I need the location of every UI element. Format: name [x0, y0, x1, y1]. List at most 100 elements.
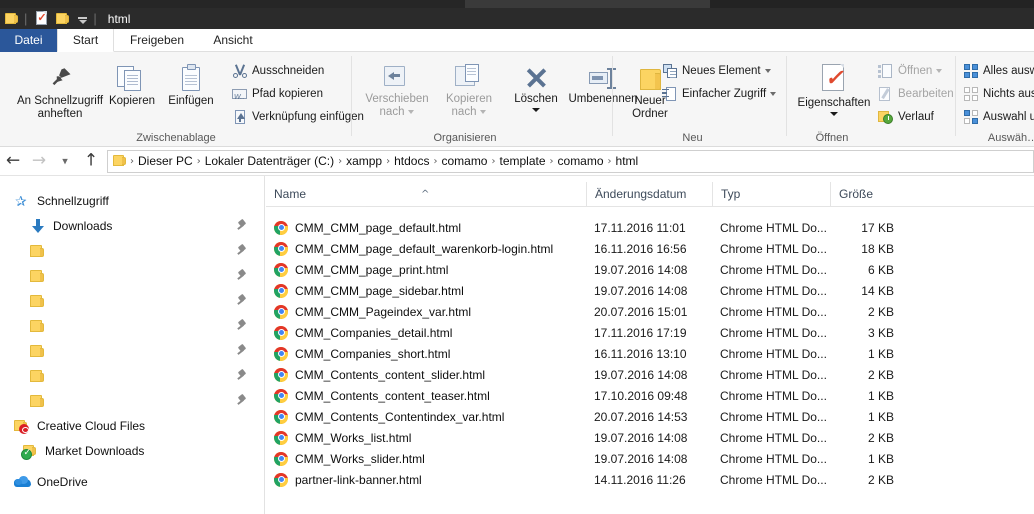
- properties-icon: ✓: [822, 64, 846, 94]
- paste-button[interactable]: Einfügen: [160, 64, 222, 108]
- chrome-html-icon: [274, 388, 288, 403]
- creative-cloud-icon: [14, 418, 30, 434]
- edit-icon: [878, 86, 894, 102]
- customize-qat-chevron-down-icon[interactable]: [76, 11, 90, 27]
- pin-icon[interactable]: [236, 268, 248, 282]
- qat-divider: |: [24, 11, 28, 26]
- sidebar-item-pinned-folder-5[interactable]: [0, 338, 264, 363]
- column-header-name[interactable]: Name ^: [266, 182, 586, 207]
- file-size: 2 KB: [867, 472, 894, 487]
- up-arrow-icon[interactable]: ↑: [78, 147, 104, 175]
- new-folder-qat-icon[interactable]: [56, 11, 72, 27]
- paste-shortcut-label: Verknüpfung einfügen: [252, 111, 364, 123]
- select-all-button[interactable]: Alles ausw…: [963, 62, 1034, 80]
- column-header-typ[interactable]: Typ: [712, 181, 830, 207]
- back-arrow-icon[interactable]: ←: [0, 147, 26, 175]
- table-row[interactable]: CMM_Contents_Contentindex_var.html 20.07…: [266, 406, 1034, 427]
- breadcrumb[interactable]: › Dieser PC › Lokaler Datenträger (C:) ›…: [107, 149, 1034, 173]
- column-header-aenderungsdatum[interactable]: Änderungsdatum: [586, 181, 712, 207]
- history-button[interactable]: Verlauf: [878, 108, 934, 126]
- column-header-groesse[interactable]: Größe: [830, 181, 910, 207]
- move-to-button[interactable]: Verschieben nach: [359, 64, 435, 119]
- breadcrumb-item-html[interactable]: html: [612, 152, 643, 171]
- table-row[interactable]: CMM_Companies_detail.html 17.11.2016 17:…: [266, 322, 1034, 343]
- forward-arrow-icon[interactable]: →: [26, 147, 52, 175]
- paste-label: Einfügen: [168, 95, 214, 107]
- pin-icon: [45, 64, 75, 92]
- table-row[interactable]: CMM_Works_slider.html 19.07.2016 14:08 C…: [266, 448, 1034, 469]
- edit-button[interactable]: Bearbeiten: [878, 85, 954, 103]
- easy-access-button[interactable]: Einfacher Zugriff: [662, 85, 777, 103]
- pin-icon[interactable]: [236, 293, 248, 307]
- chrome-html-icon: [274, 262, 288, 277]
- delete-button[interactable]: Löschen: [505, 66, 567, 112]
- sidebar-item-pinned-folder-6[interactable]: [0, 363, 264, 388]
- delete-icon: [523, 66, 549, 90]
- copy-button[interactable]: Kopieren: [102, 64, 162, 108]
- pin-icon[interactable]: [236, 368, 248, 382]
- table-row[interactable]: CMM_Companies_short.html 16.11.2016 13:1…: [266, 343, 1034, 364]
- breadcrumb-item-comamo-2[interactable]: comamo: [554, 152, 608, 171]
- tab-ansicht[interactable]: Ansicht: [200, 29, 266, 52]
- sidebar-item-creative-cloud-files[interactable]: Creative Cloud Files: [0, 413, 264, 438]
- new-item-button[interactable]: Neues Element: [662, 62, 771, 80]
- window-title: html: [107, 11, 131, 26]
- invert-selection-button[interactable]: Auswahl u…: [963, 108, 1034, 126]
- table-row[interactable]: CMM_CMM_page_sidebar.html 19.07.2016 14:…: [266, 280, 1034, 301]
- recent-locations-chevron-down-icon[interactable]: ▾: [52, 147, 78, 175]
- sidebar-item-pinned-folder-7[interactable]: [0, 388, 264, 413]
- table-row[interactable]: CMM_Works_list.html 19.07.2016 14:08 Chr…: [266, 427, 1034, 448]
- file-size: 14 KB: [861, 283, 894, 298]
- pin-icon[interactable]: [236, 218, 248, 232]
- table-row[interactable]: CMM_CMM_page_default_warenkorb-login.htm…: [266, 238, 1034, 259]
- pin-icon[interactable]: [236, 343, 248, 357]
- group-label-auswaehlen: Auswäh…: [987, 132, 1034, 144]
- sidebar-item-pinned-folder-1[interactable]: [0, 238, 264, 263]
- sidebar-item-pinned-folder-3[interactable]: [0, 288, 264, 313]
- tab-datei[interactable]: Datei: [0, 29, 57, 52]
- file-date: 20.07.2016 14:53: [594, 409, 688, 424]
- breadcrumb-item-dieser-pc[interactable]: Dieser PC: [134, 152, 197, 171]
- folder-icon: [30, 343, 46, 359]
- tab-freigeben[interactable]: Freigeben: [114, 29, 200, 52]
- table-row[interactable]: CMM_Contents_content_slider.html 19.07.2…: [266, 364, 1034, 385]
- file-date: 17.11.2016 11:01: [594, 220, 686, 235]
- sidebar-item-schnellzugriff[interactable]: ✰ Schnellzugriff: [0, 188, 264, 213]
- open-button[interactable]: Öffnen: [878, 62, 943, 80]
- breadcrumb-item-htdocs[interactable]: htdocs: [390, 152, 433, 171]
- table-row[interactable]: CMM_CMM_Pageindex_var.html 20.07.2016 15…: [266, 301, 1034, 322]
- chrome-html-icon: [274, 304, 288, 319]
- sidebar-item-pinned-folder-4[interactable]: [0, 313, 264, 338]
- breadcrumb-item-template[interactable]: template: [495, 152, 549, 171]
- cut-button[interactable]: Ausschneiden: [232, 62, 324, 80]
- select-none-button[interactable]: Nichts aus…: [963, 85, 1034, 103]
- pin-to-quick-access-button[interactable]: An Schnellzugriff anheften: [4, 64, 116, 121]
- chrome-html-icon: [274, 325, 288, 340]
- file-type: Chrome HTML Do...: [720, 451, 827, 466]
- table-row[interactable]: CMM_Contents_content_teaser.html 17.10.2…: [266, 385, 1034, 406]
- file-date: 19.07.2016 14:08: [594, 451, 688, 466]
- sidebar-item-label: Market Downloads: [45, 443, 145, 458]
- pin-icon[interactable]: [236, 243, 248, 257]
- breadcrumb-item-comamo[interactable]: comamo: [437, 152, 491, 171]
- file-type: Chrome HTML Do...: [720, 304, 827, 319]
- pin-icon[interactable]: [236, 393, 248, 407]
- file-date: 19.07.2016 14:08: [594, 430, 688, 445]
- file-date: 16.11.2016 16:56: [594, 241, 687, 256]
- table-row[interactable]: CMM_CMM_page_default.html 17.11.2016 11:…: [266, 217, 1034, 238]
- sidebar-item-onedrive[interactable]: OneDrive: [0, 469, 264, 494]
- table-row[interactable]: CMM_CMM_page_print.html 19.07.2016 14:08…: [266, 259, 1034, 280]
- pin-icon[interactable]: [236, 318, 248, 332]
- sidebar-item-market-downloads[interactable]: Market Downloads: [0, 438, 264, 463]
- sidebar-item-downloads[interactable]: Downloads: [0, 213, 264, 238]
- table-row[interactable]: partner-link-banner.html 14.11.2016 11:2…: [266, 469, 1034, 490]
- properties-check-icon[interactable]: ✓: [35, 10, 51, 27]
- breadcrumb-item-xampp[interactable]: xampp: [342, 152, 386, 171]
- breadcrumb-item-lokaler-datentraeger[interactable]: Lokaler Datenträger (C:): [201, 152, 338, 171]
- copy-path-button[interactable]: Pfad kopieren: [232, 85, 323, 107]
- paste-shortcut-button[interactable]: Verknüpfung einfügen: [232, 108, 364, 126]
- copy-to-button[interactable]: Kopieren nach: [436, 64, 502, 119]
- properties-button[interactable]: ✓ Eigenschaften: [792, 64, 876, 116]
- sidebar-item-pinned-folder-2[interactable]: [0, 263, 264, 288]
- tab-start[interactable]: Start: [57, 29, 114, 52]
